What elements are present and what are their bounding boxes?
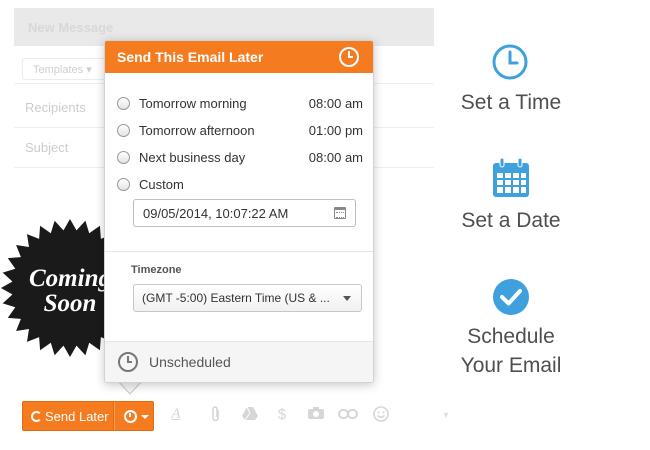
- clock-icon: [118, 352, 138, 372]
- popup-title: Send This Email Later: [117, 49, 264, 65]
- feature-label-date: Set a Date: [461, 209, 561, 232]
- camera-icon[interactable]: [306, 406, 326, 424]
- timezone-value: (GMT -5:00) Eastern Time (US & ...: [142, 291, 330, 305]
- chevron-down-icon: [141, 415, 149, 419]
- send-later-button[interactable]: Send Later: [22, 401, 114, 431]
- more-options-icon[interactable]: ▾: [436, 410, 456, 421]
- text-format-icon[interactable]: A: [166, 406, 186, 423]
- calendar-icon[interactable]: [334, 207, 346, 219]
- option-tomorrow-morning[interactable]: Tomorrow morning 08:00 am: [117, 95, 363, 115]
- drive-icon[interactable]: [240, 406, 260, 424]
- timezone-label: Timezone: [131, 264, 182, 276]
- option-tomorrow-afternoon[interactable]: Tomorrow afternoon 01:00 pm: [117, 122, 363, 142]
- radio-button[interactable]: [117, 97, 130, 110]
- checkmark-circle-icon: [492, 278, 530, 316]
- option-label: Tomorrow afternoon: [139, 123, 255, 138]
- popup-header: Send This Email Later: [105, 41, 373, 73]
- clock-icon: [492, 44, 528, 80]
- chevron-down-icon: [343, 296, 351, 301]
- option-label: Next business day: [139, 150, 246, 165]
- radio-button[interactable]: [117, 151, 130, 164]
- custom-datetime-value: 09/05/2014, 10:07:22 AM: [143, 206, 289, 221]
- link-icon[interactable]: [338, 406, 358, 423]
- popup-footer: Unscheduled: [105, 341, 373, 382]
- option-time: 01:00 pm: [308, 123, 363, 138]
- feature-label-time: Set a Time: [460, 91, 562, 114]
- option-label: Custom: [139, 177, 184, 192]
- feature-label-schedule-line1: Schedule: [467, 325, 555, 348]
- calendar-icon: [491, 157, 531, 199]
- templates-label: Templates: [33, 64, 84, 76]
- radio-button[interactable]: [117, 124, 130, 137]
- option-next-business-day[interactable]: Next business day 08:00 am: [117, 149, 363, 169]
- send-later-label: Send Later: [45, 409, 109, 424]
- option-time: 08:00 am: [308, 96, 363, 111]
- refresh-icon: [31, 411, 42, 422]
- compose-title: New Message: [28, 20, 114, 35]
- send-later-options-button[interactable]: [114, 401, 154, 431]
- clock-icon: [124, 410, 137, 423]
- option-time: 08:00 am: [308, 150, 363, 165]
- emoji-icon[interactable]: [371, 406, 391, 426]
- custom-datetime-input[interactable]: 09/05/2014, 10:07:22 AM: [133, 199, 356, 227]
- clock-icon: [339, 47, 359, 67]
- divider: [105, 251, 373, 252]
- option-custom[interactable]: Custom: [117, 176, 363, 196]
- radio-button[interactable]: [117, 178, 130, 191]
- feature-label-schedule-line2: Your Email: [460, 354, 562, 377]
- feature-label-schedule: Schedule Your Email: [440, 322, 582, 380]
- schedule-status: Unscheduled: [149, 354, 231, 370]
- timezone-select[interactable]: (GMT -5:00) Eastern Time (US & ...: [133, 284, 362, 312]
- option-label: Tomorrow morning: [139, 96, 247, 111]
- dollar-icon[interactable]: $: [272, 406, 292, 423]
- templates-button[interactable]: Templates ▾: [22, 58, 114, 80]
- paperclip-icon[interactable]: [206, 406, 226, 426]
- send-later-popup: Send This Email Later Tomorrow morning 0…: [104, 40, 374, 383]
